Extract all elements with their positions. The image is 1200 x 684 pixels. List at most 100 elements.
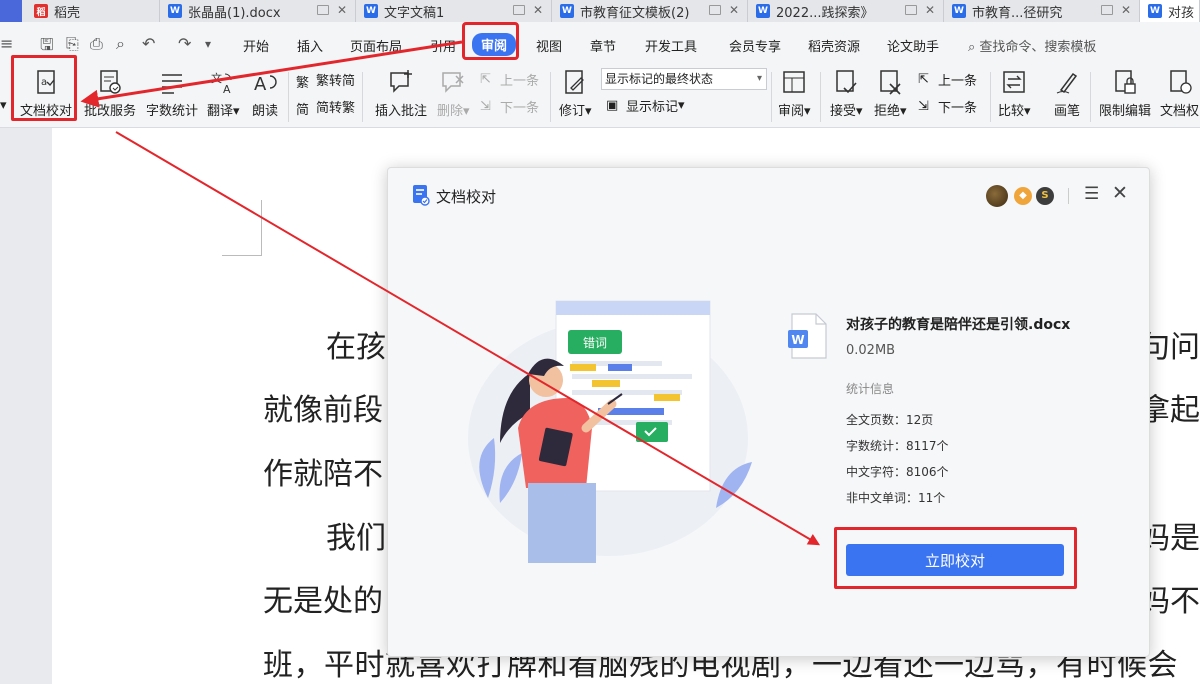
reject-text: 拒绝 (874, 104, 901, 119)
next-change-button[interactable]: ⇲ 下一条 (918, 97, 977, 117)
prev-change-icon: ⇱ (918, 71, 929, 87)
prev-comment-button[interactable]: ⇱ 上一条 (480, 70, 539, 90)
read-aloud-label: 朗读 (251, 104, 278, 119)
ribbon-overflow[interactable]: ▾ (0, 98, 7, 113)
read-aloud-icon: A (254, 74, 277, 95)
close-icon[interactable]: ✕ (1112, 182, 1128, 204)
redo-icon[interactable]: ↷ (178, 34, 191, 53)
tab-document[interactable]: W 市教育征文模板(2) ✕ (552, 0, 748, 22)
monitor-icon (317, 5, 329, 15)
file-name: 对孩子的教育是陪伴还是引领.docx (846, 317, 1071, 333)
search-placeholder: 查找命令、搜索模板 (979, 40, 1097, 55)
insert-comment-label: 插入批注 (375, 104, 428, 119)
menu-page-layout[interactable]: 页面布局 (350, 36, 402, 55)
pen-icon (1056, 72, 1078, 94)
markup-state-select[interactable]: 显示标记的最终状态 ▾ (601, 68, 767, 90)
compare-button[interactable]: 比较▾ (998, 68, 1031, 119)
accept-button[interactable]: 接受▾ (830, 68, 863, 119)
word-doc-icon: W (756, 4, 770, 18)
menu-chapter[interactable]: 章节 (590, 36, 616, 55)
tab-label: 市教育...径研究 (972, 5, 1063, 21)
monitor-icon (513, 5, 525, 15)
tab-label: 张晶晶(1).docx (188, 5, 281, 21)
next-comment-button[interactable]: ⇲ 下一条 (480, 97, 540, 117)
ribbon-divider (362, 72, 363, 122)
read-aloud-button[interactable]: A 朗读 (251, 68, 279, 119)
annotation-highlight (462, 22, 519, 60)
menu-start[interactable]: 开始 (243, 36, 269, 55)
tab-document-active[interactable]: W 对孩 (1140, 0, 1200, 22)
word-count-button[interactable]: 字数统计 (146, 68, 198, 119)
close-icon[interactable]: ✕ (729, 3, 739, 17)
stat-non-chinese-words: 非中文单词：11个 (846, 491, 946, 505)
ribbon-divider (1090, 72, 1091, 122)
simp-to-trad-button[interactable]: 简 简转繁 (296, 97, 355, 118)
margin-mark (261, 200, 262, 256)
delete-text: 删除 (437, 104, 464, 119)
print-preview-icon[interactable]: ⌕ (116, 34, 125, 54)
track-changes-text: 修订 (559, 104, 586, 119)
margin-mark (222, 255, 262, 256)
tab-label: 稻壳 (54, 5, 81, 21)
menu-insert[interactable]: 插入 (297, 36, 323, 55)
close-icon[interactable]: ✕ (1121, 3, 1131, 17)
trad-to-simp-button[interactable]: 繁 繁转简 (296, 70, 355, 91)
next-comment-label: 下一条 (500, 101, 540, 116)
menu-icon[interactable]: ☰ (1084, 184, 1099, 204)
delete-comment-button[interactable]: 删除▾ (437, 68, 470, 119)
undo-icon[interactable]: ↶ (142, 34, 155, 53)
tab-document[interactable]: W 文字文稿1 ✕ (356, 0, 552, 22)
menu-daoke[interactable]: 稻壳资源 (808, 36, 860, 55)
tab-document[interactable]: W 2022...践探索》 ✕ (748, 0, 944, 22)
customize-icon[interactable]: ▾ (205, 37, 211, 51)
close-icon[interactable]: ✕ (533, 3, 543, 17)
tab-label: 市教育征文模板(2) (580, 5, 690, 21)
pen-button[interactable]: 画笔 (1053, 68, 1081, 119)
body-text-line: 无是处的 (263, 584, 383, 619)
translate-button[interactable]: 文A 翻译▾ (207, 68, 240, 119)
file-size: 0.02MB (846, 343, 896, 358)
close-icon[interactable]: ✕ (337, 3, 347, 17)
convert-icon: 简 (296, 102, 310, 118)
expand-icon[interactable]: ≡ (0, 34, 13, 53)
menu-bar: ≡ 🖫 ⎘ ⎙ ⌕ ↶ ↷ ▾ 开始 插入 页面布局 引用 审阅 视图 章节 开… (0, 22, 1200, 66)
review-pane-button[interactable]: 审阅▾ (778, 68, 811, 119)
prev-change-button[interactable]: ⇱ 上一条 (918, 70, 977, 90)
menu-thesis[interactable]: 论文助手 (887, 36, 939, 55)
menu-references[interactable]: 引用 (430, 36, 456, 55)
monitor-icon (709, 5, 721, 15)
show-markup-icon: ▣ (606, 97, 619, 113)
tab-daoke[interactable]: 稻 稻壳 (0, 0, 160, 22)
doc-permission-button[interactable]: 文档权 (1160, 68, 1199, 119)
review-pane-text: 审阅 (778, 104, 805, 119)
menu-member[interactable]: 会员专享 (729, 36, 781, 55)
permission-icon (1169, 70, 1192, 94)
prev-comment-icon: ⇱ (480, 71, 491, 87)
ribbon-divider (990, 72, 991, 122)
restrict-edit-button[interactable]: 限制编辑 (1099, 68, 1151, 119)
convert-icon: 繁 (296, 75, 310, 91)
word-count-label: 字数统计 (146, 104, 199, 119)
delete-label: 删除▾ (437, 104, 470, 119)
command-search[interactable]: ⌕ 查找命令、搜索模板 (968, 36, 1096, 55)
translate-text: 翻译 (207, 104, 234, 119)
print-icon[interactable]: ⎙ (90, 34, 103, 54)
svg-text:A: A (254, 74, 267, 95)
pen-label: 画笔 (1053, 104, 1080, 119)
export-icon[interactable]: ⎘ (66, 34, 79, 54)
insert-comment-button[interactable]: 插入批注 (375, 68, 427, 119)
avatar[interactable] (986, 185, 1008, 207)
close-icon[interactable]: ✕ (925, 3, 935, 17)
track-changes-button[interactable]: 修订▾ (559, 68, 592, 119)
stat-chinese-chars: 中文字符：8106个 (846, 465, 949, 479)
reject-button[interactable]: 拒绝▾ (874, 68, 907, 119)
accept-icon (836, 70, 857, 94)
tab-document[interactable]: W 市教育...径研究 ✕ (944, 0, 1140, 22)
markup-state-value: 显示标记的最终状态 (605, 72, 714, 86)
track-changes-label: 修订▾ (559, 104, 592, 119)
menu-view[interactable]: 视图 (536, 36, 562, 55)
tab-document[interactable]: W 张晶晶(1).docx ✕ (160, 0, 356, 22)
show-markup-button[interactable]: ▣ 显示标记 ▾ (606, 96, 685, 116)
review-service-button[interactable]: 批改服务 (84, 68, 136, 119)
menu-developer[interactable]: 开发工具 (645, 36, 697, 55)
